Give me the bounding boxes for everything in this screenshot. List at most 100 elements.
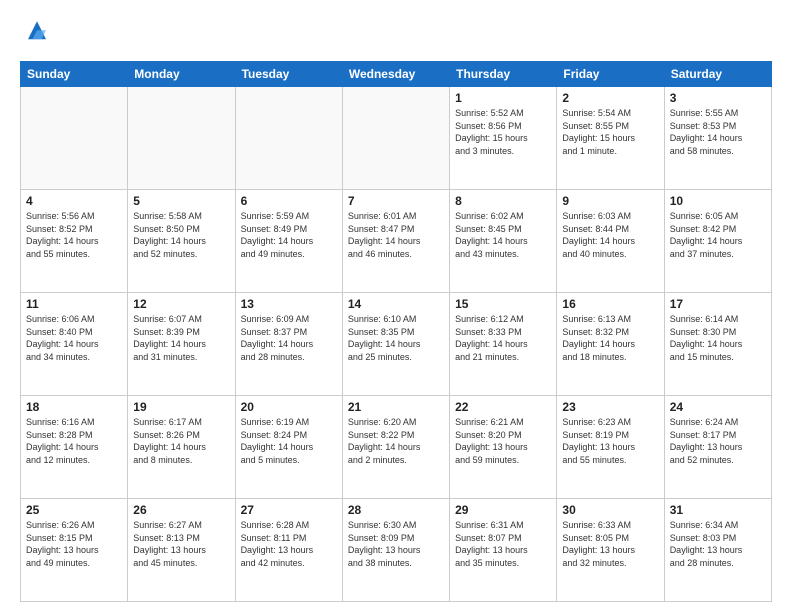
day-number: 14 [348,297,444,311]
day-number: 5 [133,194,229,208]
weekday-header-row: SundayMondayTuesdayWednesdayThursdayFrid… [21,62,772,87]
day-info: Sunrise: 6:10 AM Sunset: 8:35 PM Dayligh… [348,313,444,363]
day-cell: 1 Sunrise: 5:52 AM Sunset: 8:56 PM Daylig… [450,87,557,190]
day-number: 1 [455,91,551,105]
day-info: Sunrise: 6:34 AM Sunset: 8:03 PM Dayligh… [670,519,766,569]
day-number: 29 [455,503,551,517]
day-cell: 26Sunrise: 6:27 AM Sunset: 8:13 PM Dayli… [128,499,235,602]
day-cell: 29 Sunrise: 6:31 AM Sunset: 8:07 PM Dayli… [450,499,557,602]
weekday-header-wednesday: Wednesday [342,62,449,87]
page: SundayMondayTuesdayWednesdayThursdayFrid… [0,0,792,612]
logo [20,16,52,51]
day-info: Sunrise: 6:31 AM Sunset: 8:07 PM Dayligh… [455,519,551,569]
day-cell: 5 Sunrise: 5:58 AM Sunset: 8:50 PM Daylig… [128,190,235,293]
day-cell: 15 Sunrise: 6:12 AM Sunset: 8:33 PM Dayli… [450,293,557,396]
day-cell: 3 Sunrise: 5:55 AM Sunset: 8:53 PM Daylig… [664,87,771,190]
day-info: Sunrise: 6:01 AM Sunset: 8:47 PM Dayligh… [348,210,444,260]
day-info: Sunrise: 5:55 AM Sunset: 8:53 PM Dayligh… [670,107,766,157]
day-number: 3 [670,91,766,105]
day-cell: 4 Sunrise: 5:56 AM Sunset: 8:52 PM Daylig… [21,190,128,293]
day-number: 11 [26,297,122,311]
day-info: Sunrise: 6:16 AM Sunset: 8:28 PM Dayligh… [26,416,122,466]
day-number: 31 [670,503,766,517]
day-cell: 23 Sunrise: 6:23 AM Sunset: 8:19 PM Dayli… [557,396,664,499]
day-cell: 2 Sunrise: 5:54 AM Sunset: 8:55 PM Daylig… [557,87,664,190]
day-info: Sunrise: 6:07 AM Sunset: 8:39 PM Dayligh… [133,313,229,363]
day-info: Sunrise: 5:58 AM Sunset: 8:50 PM Dayligh… [133,210,229,260]
day-cell: 12 Sunrise: 6:07 AM Sunset: 8:39 PM Dayli… [128,293,235,396]
day-info: Sunrise: 6:33 AM Sunset: 8:05 PM Dayligh… [562,519,658,569]
day-cell: 17Sunrise: 6:14 AM Sunset: 8:30 PM Dayli… [664,293,771,396]
day-cell: 22 Sunrise: 6:21 AM Sunset: 8:20 PM Dayli… [450,396,557,499]
day-cell: 21 Sunrise: 6:20 AM Sunset: 8:22 PM Dayli… [342,396,449,499]
day-cell: 30 Sunrise: 6:33 AM Sunset: 8:05 PM Dayli… [557,499,664,602]
day-number: 4 [26,194,122,208]
day-info: Sunrise: 6:30 AM Sunset: 8:09 PM Dayligh… [348,519,444,569]
day-info: Sunrise: 6:06 AM Sunset: 8:40 PM Dayligh… [26,313,122,363]
day-number: 19 [133,400,229,414]
day-number: 12 [133,297,229,311]
day-info: Sunrise: 5:52 AM Sunset: 8:56 PM Dayligh… [455,107,551,157]
day-cell: 18Sunrise: 6:16 AM Sunset: 8:28 PM Dayli… [21,396,128,499]
day-number: 10 [670,194,766,208]
weekday-header-saturday: Saturday [664,62,771,87]
day-cell [128,87,235,190]
day-number: 24 [670,400,766,414]
day-cell [21,87,128,190]
day-info: Sunrise: 6:26 AM Sunset: 8:15 PM Dayligh… [26,519,122,569]
day-number: 23 [562,400,658,414]
day-cell [342,87,449,190]
day-info: Sunrise: 6:03 AM Sunset: 8:44 PM Dayligh… [562,210,658,260]
header [20,16,772,51]
calendar-table: SundayMondayTuesdayWednesdayThursdayFrid… [20,61,772,602]
day-info: Sunrise: 6:12 AM Sunset: 8:33 PM Dayligh… [455,313,551,363]
weekday-header-tuesday: Tuesday [235,62,342,87]
day-number: 7 [348,194,444,208]
day-cell: 10Sunrise: 6:05 AM Sunset: 8:42 PM Dayli… [664,190,771,293]
day-cell: 11 Sunrise: 6:06 AM Sunset: 8:40 PM Dayli… [21,293,128,396]
day-number: 21 [348,400,444,414]
day-cell: 14 Sunrise: 6:10 AM Sunset: 8:35 PM Dayli… [342,293,449,396]
day-info: Sunrise: 6:23 AM Sunset: 8:19 PM Dayligh… [562,416,658,466]
week-row-1: 1 Sunrise: 5:52 AM Sunset: 8:56 PM Daylig… [21,87,772,190]
day-number: 13 [241,297,337,311]
day-info: Sunrise: 6:27 AM Sunset: 8:13 PM Dayligh… [133,519,229,569]
day-info: Sunrise: 5:56 AM Sunset: 8:52 PM Dayligh… [26,210,122,260]
day-number: 6 [241,194,337,208]
weekday-header-monday: Monday [128,62,235,87]
week-row-3: 11 Sunrise: 6:06 AM Sunset: 8:40 PM Dayli… [21,293,772,396]
day-cell: 8 Sunrise: 6:02 AM Sunset: 8:45 PM Daylig… [450,190,557,293]
weekday-header-thursday: Thursday [450,62,557,87]
day-number: 16 [562,297,658,311]
day-info: Sunrise: 5:59 AM Sunset: 8:49 PM Dayligh… [241,210,337,260]
day-number: 30 [562,503,658,517]
day-cell: 6 Sunrise: 5:59 AM Sunset: 8:49 PM Daylig… [235,190,342,293]
day-info: Sunrise: 6:21 AM Sunset: 8:20 PM Dayligh… [455,416,551,466]
day-cell: 19 Sunrise: 6:17 AM Sunset: 8:26 PM Dayli… [128,396,235,499]
day-number: 8 [455,194,551,208]
week-row-2: 4 Sunrise: 5:56 AM Sunset: 8:52 PM Daylig… [21,190,772,293]
day-number: 28 [348,503,444,517]
day-cell: 27Sunrise: 6:28 AM Sunset: 8:11 PM Dayli… [235,499,342,602]
day-number: 15 [455,297,551,311]
day-info: Sunrise: 6:17 AM Sunset: 8:26 PM Dayligh… [133,416,229,466]
day-number: 2 [562,91,658,105]
week-row-5: 25 Sunrise: 6:26 AM Sunset: 8:15 PM Dayli… [21,499,772,602]
day-info: Sunrise: 6:14 AM Sunset: 8:30 PM Dayligh… [670,313,766,363]
day-info: Sunrise: 5:54 AM Sunset: 8:55 PM Dayligh… [562,107,658,157]
day-number: 27 [241,503,337,517]
day-info: Sunrise: 6:02 AM Sunset: 8:45 PM Dayligh… [455,210,551,260]
day-info: Sunrise: 6:13 AM Sunset: 8:32 PM Dayligh… [562,313,658,363]
logo-icon [22,16,52,46]
day-cell: 31 Sunrise: 6:34 AM Sunset: 8:03 PM Dayli… [664,499,771,602]
day-number: 9 [562,194,658,208]
day-number: 22 [455,400,551,414]
weekday-header-sunday: Sunday [21,62,128,87]
weekday-header-friday: Friday [557,62,664,87]
day-info: Sunrise: 6:24 AM Sunset: 8:17 PM Dayligh… [670,416,766,466]
day-info: Sunrise: 6:20 AM Sunset: 8:22 PM Dayligh… [348,416,444,466]
day-cell: 25 Sunrise: 6:26 AM Sunset: 8:15 PM Dayli… [21,499,128,602]
day-cell: 28 Sunrise: 6:30 AM Sunset: 8:09 PM Dayli… [342,499,449,602]
day-number: 25 [26,503,122,517]
day-cell: 9 Sunrise: 6:03 AM Sunset: 8:44 PM Daylig… [557,190,664,293]
